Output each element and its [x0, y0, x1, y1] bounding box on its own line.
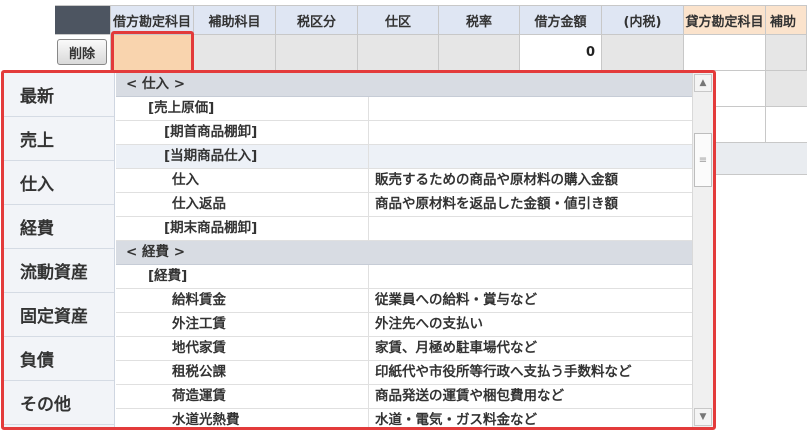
header-credit-account: 貸方勘定科目: [684, 5, 766, 35]
account-option[interactable]: 外注工賃 外注先への支払い: [116, 313, 692, 337]
active-cell-highlight: [111, 31, 194, 73]
account-dropdown[interactable]: 最新 売上 仕入 経費 流動資産 固定資産 負債 その他 < 仕入 > [売上原価…: [1, 70, 716, 430]
account-option[interactable]: 給料賃金 従業員への給料・賞与など: [116, 289, 692, 313]
account-description: [368, 97, 375, 120]
footer-row: [716, 143, 807, 175]
account-name: 地代家賃: [172, 340, 226, 356]
account-name: 水道光熱費: [172, 412, 240, 427]
account-name: 外注工賃: [172, 316, 226, 332]
account-name: [経費]: [148, 268, 188, 284]
credit-account-cell[interactable]: [684, 35, 766, 71]
scrollbar[interactable]: ▲ ≡ ▼: [692, 73, 713, 427]
list-group-header: < 仕入 >: [116, 73, 692, 97]
account-option[interactable]: 水道光熱費 水道・電気・ガス料金など: [116, 409, 692, 427]
category-fixed-assets[interactable]: 固定資産: [4, 293, 114, 337]
account-option[interactable]: 仕入返品 商品や原材料を返品した金額・値引き額: [116, 193, 692, 217]
account-name: [当期商品仕入]: [164, 148, 258, 164]
header-division: 仕区: [358, 5, 439, 35]
header-inclusive-tax: (内税): [602, 5, 684, 35]
list-subgroup: [期首商品棚卸]: [116, 121, 692, 145]
account-option[interactable]: 仕入 販売するための商品や原材料の購入金額: [116, 169, 692, 193]
category-other[interactable]: その他: [4, 381, 114, 425]
division-cell[interactable]: [358, 35, 439, 71]
category-sales[interactable]: 売上: [4, 117, 114, 161]
account-description: [368, 217, 375, 240]
account-name: 租税公課: [172, 364, 226, 380]
account-description: 販売するための商品や原材料の購入金額: [368, 169, 618, 192]
account-description: [368, 73, 374, 96]
header-tax-category: 税区分: [276, 5, 358, 35]
header-sub-account: 補助科目: [194, 5, 276, 35]
list-group-header: < 経費 >: [116, 241, 692, 265]
account-description: [368, 241, 374, 264]
credit-sub-cell[interactable]: [766, 35, 807, 71]
header-debit-amount: 借方金額: [520, 5, 602, 35]
credit-account-cell-2[interactable]: [716, 71, 766, 107]
account-description: 商品や原材料を返品した金額・値引き額: [368, 193, 618, 216]
account-description: 従業員への給料・賞与など: [368, 289, 537, 312]
credit-sub-cell-2[interactable]: [766, 71, 807, 107]
account-name: < 経費 >: [126, 244, 186, 260]
sub-account-cell[interactable]: [194, 35, 276, 71]
scroll-thumb[interactable]: ≡: [694, 133, 712, 187]
account-option[interactable]: 租税公課 印紙代や市役所等行政へ支払う手数料など: [116, 361, 692, 385]
account-name: < 仕入 >: [126, 76, 186, 92]
header-corner: [55, 5, 111, 35]
account-description: 水道・電気・ガス料金など: [368, 409, 537, 427]
account-description: 外注先への支払い: [368, 313, 483, 336]
header-tax-rate: 税率: [439, 5, 520, 35]
category-purchases[interactable]: 仕入: [4, 161, 114, 205]
category-recent[interactable]: 最新: [4, 73, 114, 117]
category-current-assets[interactable]: 流動資産: [4, 249, 114, 293]
credit-sub-cell-3[interactable]: [766, 107, 807, 143]
list-subgroup: [当期商品仕入]: [116, 145, 692, 169]
category-sidebar: 最新 売上 仕入 経費 流動資産 固定資産 負債 その他: [4, 73, 115, 427]
account-name: 仕入: [172, 172, 199, 188]
list-subgroup: [経費]: [116, 265, 692, 289]
delete-button[interactable]: 削除: [57, 39, 107, 65]
list-subgroup: [売上原価]: [116, 97, 692, 121]
tax-rate-cell[interactable]: [439, 35, 520, 71]
account-name: [期首商品棚卸]: [164, 124, 258, 140]
scroll-up-arrow-icon[interactable]: ▲: [694, 74, 712, 92]
scroll-down-arrow-icon[interactable]: ▼: [694, 408, 712, 426]
account-name: 給料賃金: [172, 292, 226, 308]
account-name: 仕入返品: [172, 196, 226, 212]
credit-account-cell-3[interactable]: [716, 107, 766, 143]
account-name: [期末商品棚卸]: [164, 220, 258, 236]
debit-amount-cell[interactable]: 0: [520, 35, 602, 71]
scroll-grip-icon: ≡: [698, 154, 708, 166]
account-description: 商品発送の運賃や梱包費用など: [368, 385, 564, 408]
account-name: 荷造運賃: [172, 388, 226, 404]
inclusive-tax-cell: [602, 35, 684, 71]
category-liabilities[interactable]: 負債: [4, 337, 114, 381]
account-description: [368, 265, 375, 288]
account-description: 印紙代や市役所等行政へ支払う手数料など: [368, 361, 632, 384]
account-description: 家賃、月極め駐車場代など: [368, 337, 537, 360]
tax-category-cell[interactable]: [276, 35, 358, 71]
account-description: [368, 145, 375, 168]
account-description: [368, 121, 375, 144]
account-list: < 仕入 > [売上原価] [期首商品棚卸] [当期商品仕入] 仕入 販売するための商品や…: [116, 73, 692, 427]
account-option[interactable]: 荷造運賃 商品発送の運賃や梱包費用など: [116, 385, 692, 409]
account-name: [売上原価]: [148, 100, 215, 116]
account-option[interactable]: 地代家賃 家賃、月極め駐車場代など: [116, 337, 692, 361]
list-subgroup: [期末商品棚卸]: [116, 217, 692, 241]
category-expenses[interactable]: 経費: [4, 205, 114, 249]
header-credit-sub: 補助: [766, 5, 807, 35]
